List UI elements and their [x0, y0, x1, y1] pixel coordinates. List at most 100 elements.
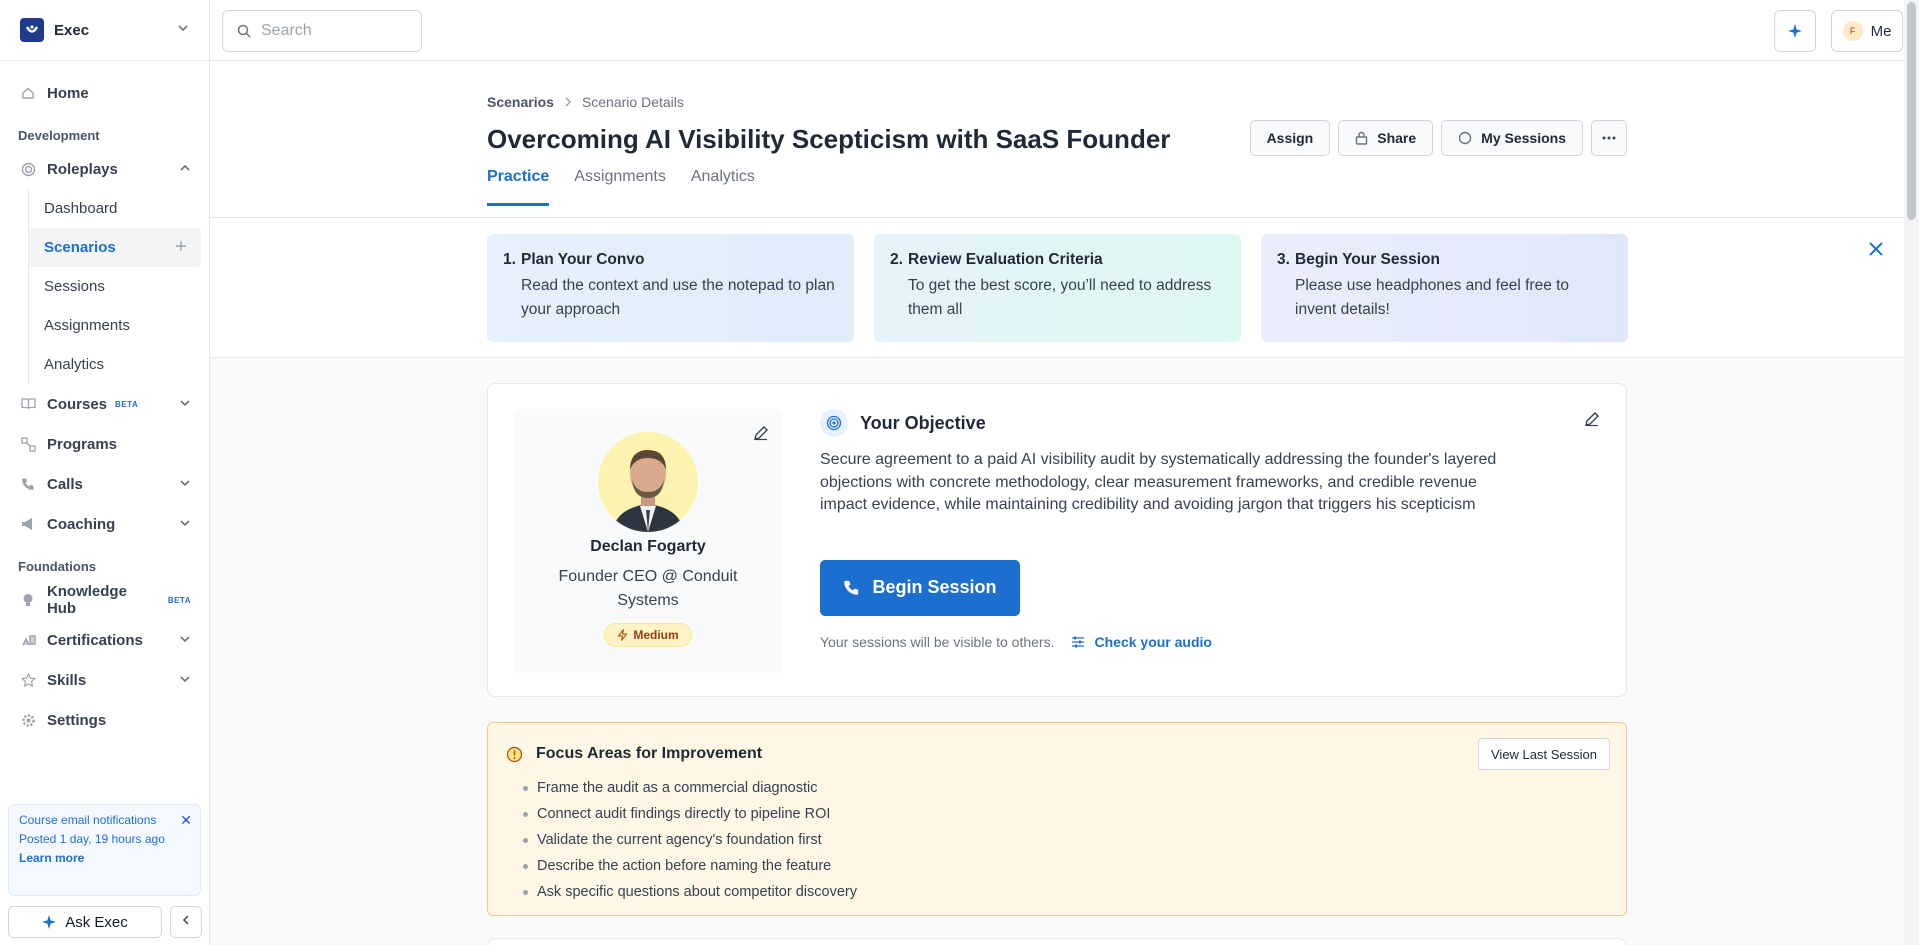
nav-certifications[interactable]: Certifications — [0, 620, 209, 660]
page-header: Scenarios Scenario Details Overcoming AI… — [487, 94, 1627, 156]
sidebar-item-analytics[interactable]: Analytics — [29, 345, 209, 384]
nav-programs-label: Programs — [47, 435, 118, 453]
nav-certifications-label: Certifications — [47, 631, 143, 649]
my-sessions-button[interactable]: My Sessions — [1441, 120, 1583, 156]
objective-text: Secure agreement to a paid AI visibility… — [820, 451, 1497, 513]
nav-home[interactable]: Home — [0, 73, 209, 113]
megaphone-icon — [20, 516, 36, 532]
nav-skills[interactable]: Skills — [0, 660, 209, 700]
ask-exec-button[interactable]: Ask Exec — [8, 906, 162, 938]
top-bar: Search F Me — [210, 0, 1919, 61]
focus-areas-card: Focus Areas for Improvement View Last Se… — [487, 722, 1627, 916]
user-menu-button[interactable]: F Me — [1831, 10, 1903, 52]
sidebar-item-sessions[interactable]: Sessions — [29, 267, 209, 306]
close-icon[interactable] — [1868, 241, 1884, 262]
search-input[interactable]: Search — [222, 10, 422, 52]
notification-title: Course email notifications — [19, 813, 157, 827]
nav-knowledge-hub[interactable]: Knowledge Hub BETA — [0, 580, 209, 620]
chevron-down-icon[interactable] — [179, 516, 191, 533]
notification-posted: Posted 1 day, 19 hours ago — [19, 832, 165, 846]
nav-programs[interactable]: Programs — [0, 424, 209, 464]
lightbulb-icon — [20, 592, 36, 608]
sliders-icon — [1071, 636, 1085, 648]
tab-assignments[interactable]: Assignments — [574, 168, 666, 206]
beta-badge: BETA — [115, 399, 139, 409]
book-icon — [20, 396, 36, 412]
edit-icon[interactable] — [1584, 411, 1600, 432]
difficulty-badge: Medium — [604, 623, 692, 647]
breadcrumb-scenarios[interactable]: Scenarios — [487, 94, 554, 110]
breadcrumb: Scenarios Scenario Details — [487, 94, 1627, 110]
list-item: Describe the action before naming the fe… — [537, 853, 857, 879]
next-card — [487, 938, 1627, 945]
visibility-note: Your sessions will be visible to others. — [820, 633, 1055, 650]
section-development: Development — [18, 127, 100, 143]
nav-roleplays-label: Roleplays — [47, 160, 118, 178]
certificate-icon — [20, 632, 36, 648]
sidebar: Exec Home Development Roleplays Dashboar… — [0, 0, 210, 945]
sidebar-item-assignments[interactable]: Assignments — [29, 306, 209, 345]
begin-session-button[interactable]: Begin Session — [820, 559, 1020, 616]
sidebar-item-scenarios[interactable]: Scenarios — [29, 228, 201, 267]
sparkle-icon — [1788, 24, 1802, 38]
nav-settings-label: Settings — [47, 711, 107, 729]
nav-calls-label: Calls — [47, 475, 83, 493]
phone-icon — [843, 579, 860, 596]
nav-calls[interactable]: Calls — [0, 464, 209, 504]
list-item: Frame the audit as a commercial diagnost… — [537, 775, 857, 801]
chevron-up-icon[interactable] — [179, 161, 191, 178]
gear-icon — [20, 712, 36, 728]
chevron-down-icon[interactable] — [179, 476, 191, 493]
tab-analytics[interactable]: Analytics — [691, 168, 755, 206]
sparkle-icon — [42, 915, 57, 929]
divider — [210, 357, 1904, 358]
ask-exec-label: Ask Exec — [65, 913, 128, 931]
learn-more-link[interactable]: Learn more — [19, 851, 190, 865]
step-desc: Read the context and use the notepad to … — [521, 277, 835, 318]
chevron-down-icon[interactable] — [179, 672, 191, 689]
beta-badge: BETA — [167, 595, 191, 605]
objective-panel: Your Objective Secure agreement to a pai… — [820, 409, 1600, 650]
edit-icon[interactable] — [753, 425, 769, 446]
close-icon[interactable]: ✕ — [180, 812, 192, 829]
chevron-down-icon[interactable] — [179, 632, 191, 649]
nav-knowledge-hub-label: Knowledge Hub — [46, 583, 127, 617]
focus-heading: Focus Areas for Improvement — [506, 745, 762, 763]
list-item: Ask specific questions about competitor … — [537, 879, 857, 905]
nav-courses[interactable]: Courses BETA — [0, 384, 209, 424]
collapse-sidebar-button[interactable] — [170, 906, 202, 938]
programs-icon — [20, 436, 36, 452]
nav-roleplays[interactable]: Roleplays — [0, 149, 209, 189]
target-icon — [20, 161, 36, 177]
share-button[interactable]: Share — [1338, 120, 1434, 156]
scrollbar[interactable] — [1904, 0, 1919, 945]
scenario-card: Declan Fogarty Founder CEO @ Conduit Sys… — [487, 383, 1627, 697]
step-desc: Please use headphones and feel free to i… — [1295, 277, 1570, 318]
more-options-button[interactable] — [1591, 120, 1627, 156]
workspace-switcher[interactable]: Exec — [0, 0, 209, 61]
nav-home-label: Home — [47, 84, 89, 102]
target-icon — [820, 409, 848, 437]
session-footer: Your sessions will be visible to others.… — [820, 634, 1600, 650]
plus-icon[interactable] — [175, 239, 187, 256]
nav-settings[interactable]: Settings — [0, 700, 209, 740]
sidebar-item-dashboard[interactable]: Dashboard — [29, 189, 209, 228]
circle-icon — [1458, 131, 1472, 145]
nav-courses-label: Courses — [47, 395, 108, 413]
step-card: 1. Plan Your Convo Read the context and u… — [487, 234, 854, 342]
phone-icon — [20, 476, 36, 492]
objective-heading: Your Objective — [820, 409, 1600, 437]
nav-coaching[interactable]: Coaching — [0, 504, 209, 544]
scrollbar-thumb[interactable] — [1907, 2, 1916, 220]
tab-practice[interactable]: Practice — [487, 168, 550, 206]
roleplays-submenu: Dashboard Scenarios Sessions Assignments… — [28, 189, 209, 384]
step-title: Plan Your Convo — [521, 251, 645, 268]
assign-button[interactable]: Assign — [1249, 120, 1331, 156]
chevron-down-icon[interactable] — [179, 396, 191, 413]
step-number: 1. — [503, 251, 516, 268]
breadcrumb-current: Scenario Details — [581, 94, 684, 110]
check-audio-link[interactable]: Check your audio — [1071, 634, 1212, 650]
persona-name: Declan Fogarty — [590, 538, 706, 555]
create-button[interactable] — [1774, 10, 1816, 52]
view-last-session-button[interactable]: View Last Session — [1478, 738, 1610, 770]
